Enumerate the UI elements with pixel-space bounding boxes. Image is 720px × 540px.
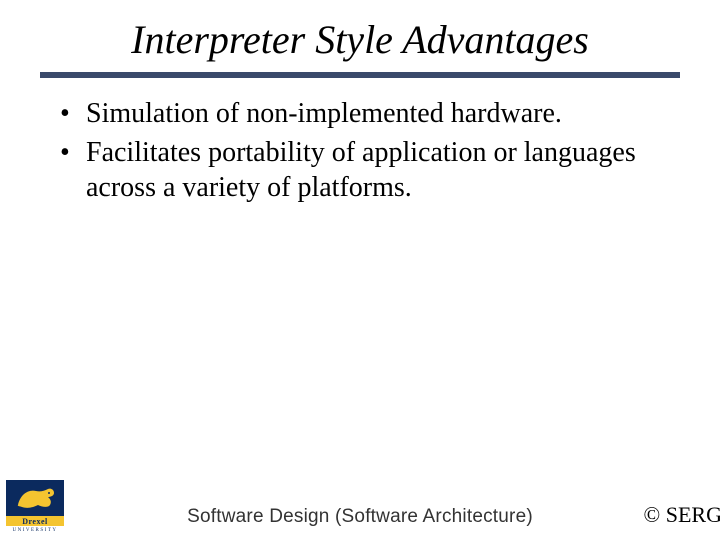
slide: Interpreter Style Advantages Simulation …	[0, 0, 720, 540]
footer: Drexel UNIVERSITY Software Design (Softw…	[0, 480, 720, 534]
title-block: Interpreter Style Advantages	[0, 0, 720, 62]
footer-copyright: © SERG	[644, 502, 720, 528]
footer-center-text: Software Design (Software Architecture)	[0, 506, 720, 528]
bullet-list: Simulation of non-implemented hardware. …	[60, 96, 660, 205]
body-content: Simulation of non-implemented hardware. …	[0, 78, 720, 205]
list-item: Simulation of non-implemented hardware.	[60, 96, 660, 131]
slide-title: Interpreter Style Advantages	[40, 18, 680, 62]
list-item: Facilitates portability of application o…	[60, 135, 660, 205]
